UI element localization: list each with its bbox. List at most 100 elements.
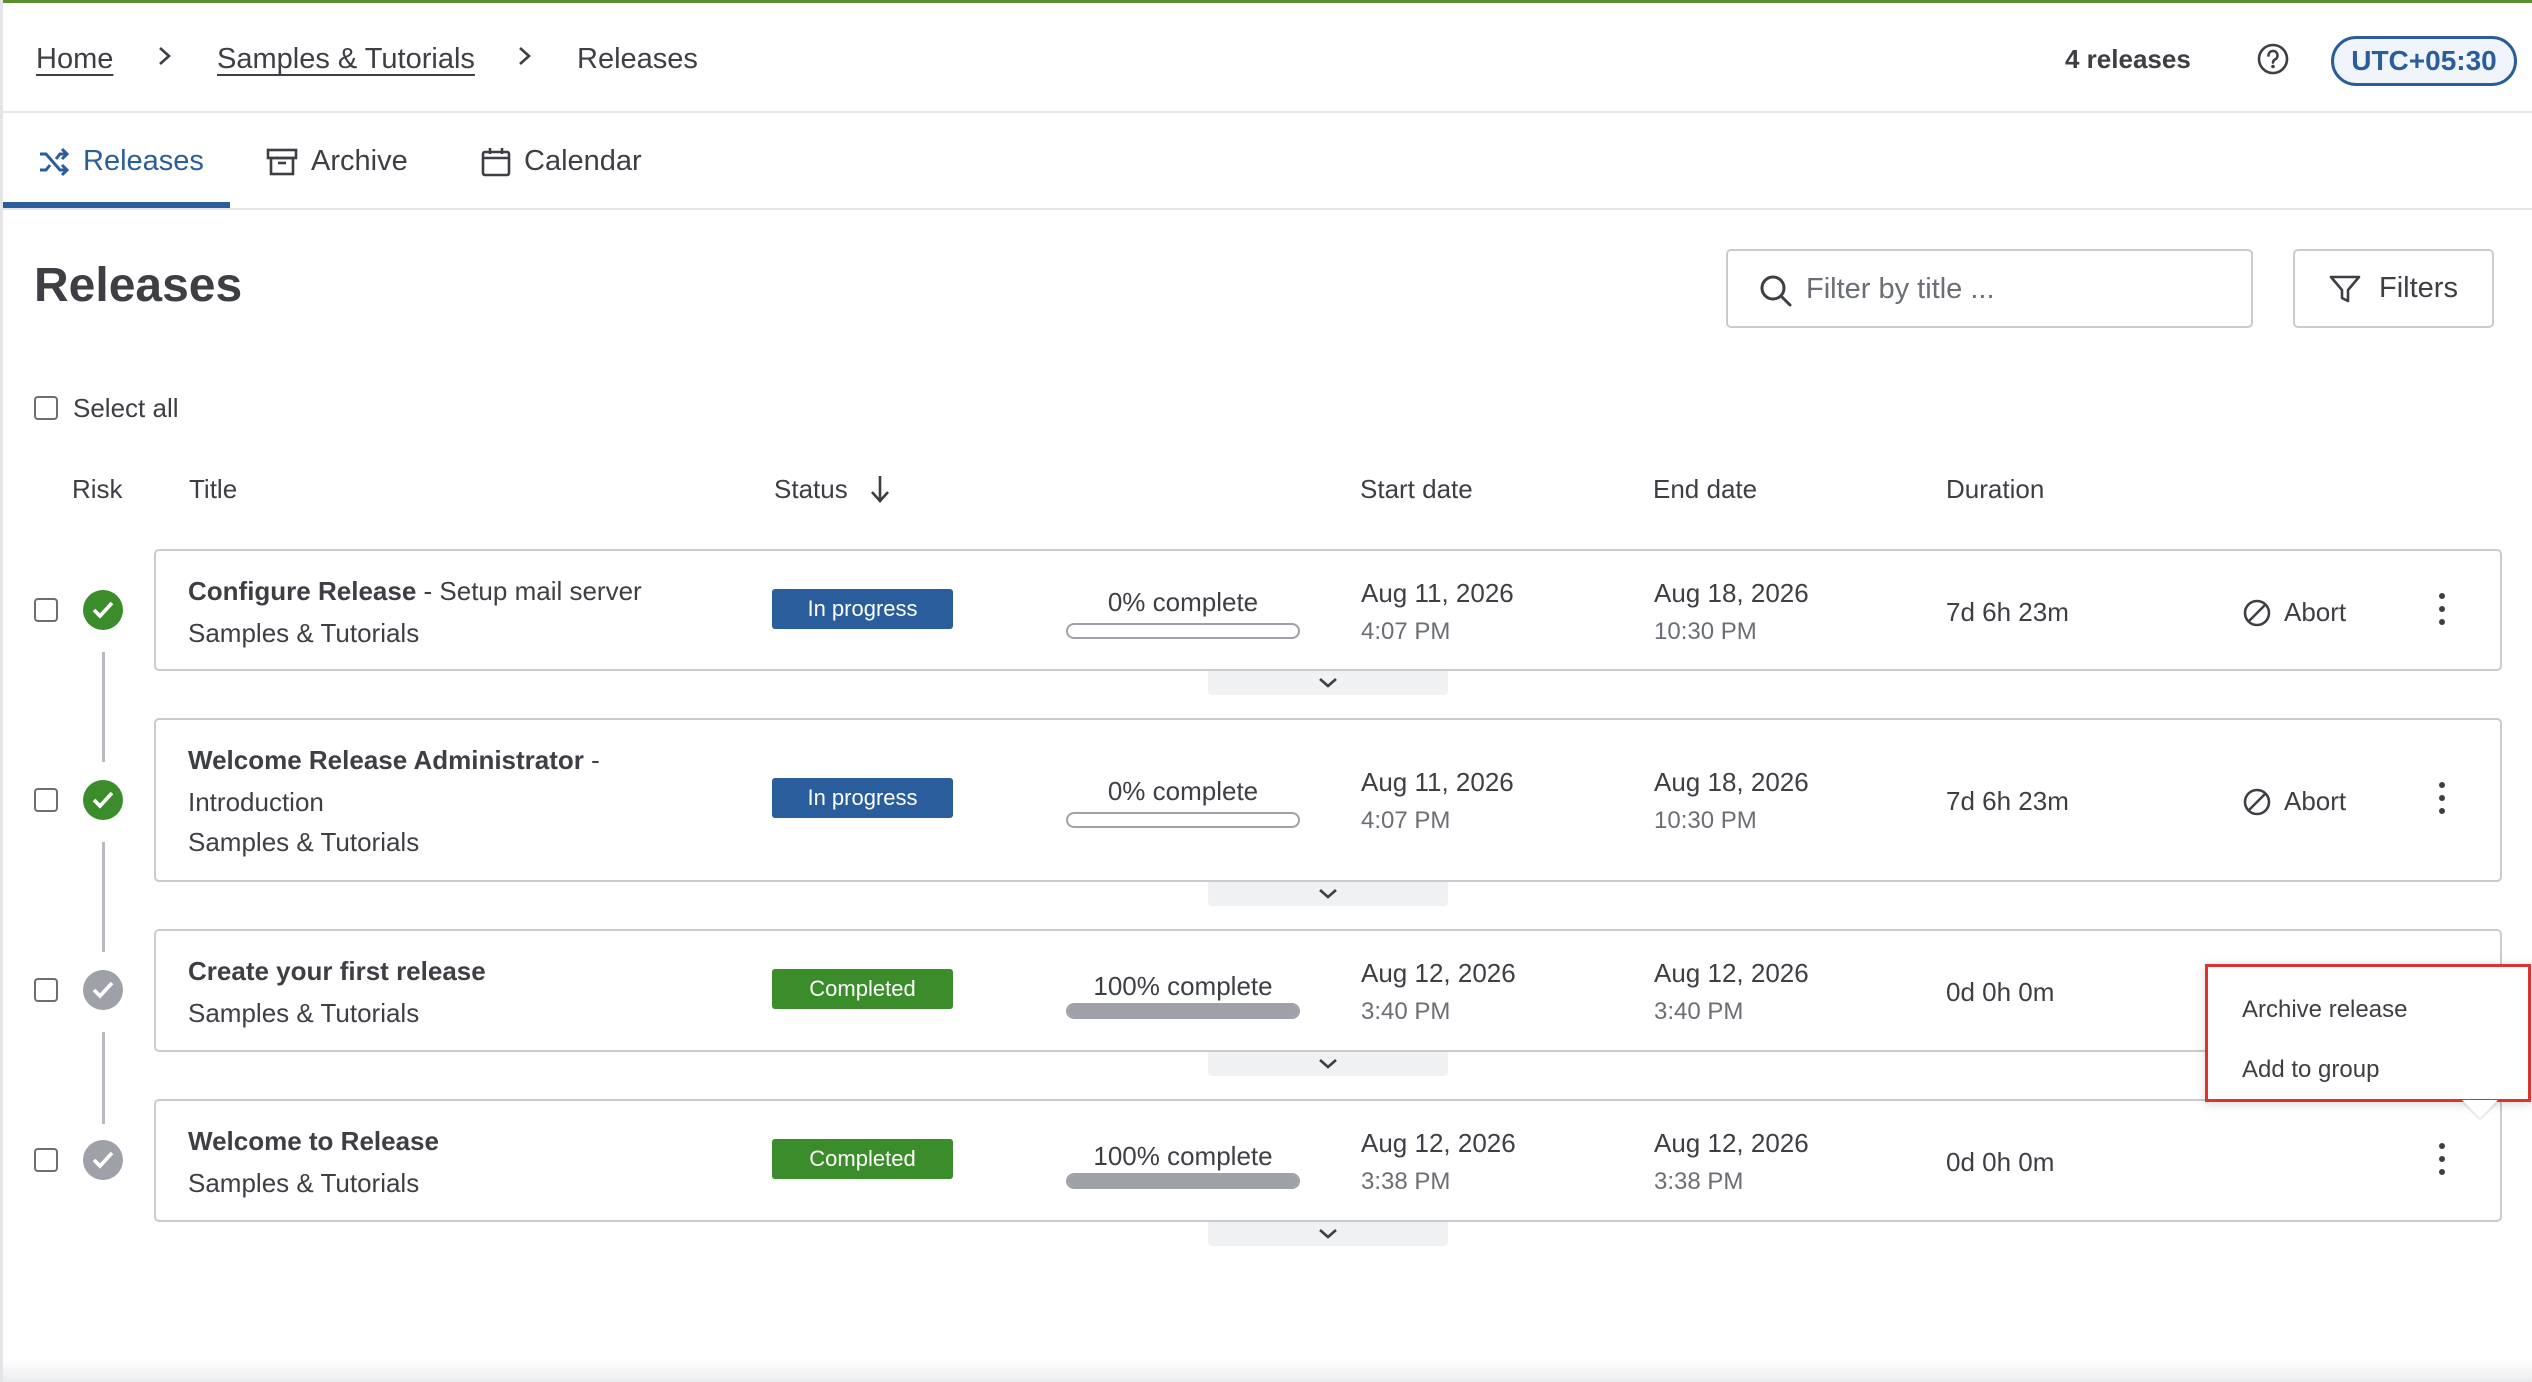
risk-ok-icon (83, 780, 123, 820)
filters-label: Filters (2379, 272, 2458, 304)
menu-pointer-arrow (2462, 1100, 2498, 1118)
row-checkbox[interactable] (34, 1148, 58, 1172)
start-date: Aug 12, 2026 (1361, 958, 1516, 988)
more-options-icon[interactable] (2427, 1141, 2457, 1181)
release-card[interactable]: Create your first release Samples & Tuto… (154, 929, 2502, 1052)
duration: 0d 0h 0m (1946, 1147, 2055, 1177)
breadcrumb-separator (156, 41, 174, 79)
column-header-status-label: Status (774, 474, 848, 504)
release-folder: Samples & Tutorials (188, 998, 420, 1028)
sort-descending-icon (870, 476, 889, 503)
page-title: Releases (34, 259, 243, 312)
duration: 7d 6h 23m (1946, 786, 2069, 816)
filters-button[interactable]: Filters (2293, 249, 2494, 328)
tab-releases[interactable]: Releases (37, 113, 204, 210)
status-badge: In progress (772, 589, 953, 629)
chevron-down-icon (1319, 1059, 1337, 1069)
end-date: Aug 18, 2026 (1654, 767, 1809, 797)
column-header-status[interactable]: Status (774, 474, 891, 505)
column-header-risk: Risk (72, 474, 123, 504)
risk-connector-line (102, 842, 105, 952)
shuffle-icon (40, 147, 70, 176)
more-options-icon[interactable] (2427, 591, 2457, 631)
end-date: Aug 18, 2026 (1654, 578, 1809, 608)
row-checkbox[interactable] (34, 788, 58, 812)
tab-label: Calendar (524, 145, 642, 177)
chevron-down-icon (1319, 889, 1337, 899)
column-header-duration: Duration (1946, 474, 2045, 504)
tab-archive[interactable]: Archive (265, 113, 408, 210)
search-icon (1760, 275, 1792, 307)
tab-label: Releases (83, 145, 204, 177)
chevron-down-icon (1319, 678, 1337, 688)
chevron-down-icon (1319, 1229, 1337, 1239)
search-input[interactable] (1806, 265, 2226, 313)
progress-bar (1066, 1003, 1300, 1019)
timezone-badge[interactable]: UTC+05:30 (2331, 36, 2517, 86)
tab-label: Archive (311, 145, 408, 177)
row-checkbox[interactable] (34, 978, 58, 1002)
progress-label: 100% complete (1093, 971, 1273, 1001)
start-date: Aug 11, 2026 (1361, 767, 1514, 797)
select-all-checkbox[interactable] (34, 396, 58, 420)
release-title[interactable]: Create your first release (188, 951, 486, 991)
release-folder: Samples & Tutorials (188, 827, 420, 857)
abort-label: Abort (2284, 597, 2347, 627)
row-checkbox[interactable] (34, 598, 58, 622)
release-card[interactable]: Configure Release - Setup mail server Sa… (154, 549, 2502, 671)
progress-label: 100% complete (1093, 1141, 1273, 1171)
risk-completed-icon (83, 1140, 123, 1180)
more-options-icon[interactable] (2427, 780, 2457, 820)
risk-connector-line (102, 1032, 105, 1124)
progress-bar (1066, 812, 1300, 828)
end-time: 3:40 PM (1654, 998, 1744, 1025)
archive-box-icon (266, 148, 298, 175)
risk-completed-icon (83, 970, 123, 1010)
progress-bar (1066, 1173, 1300, 1189)
release-title[interactable]: Welcome Release Administrator - (188, 740, 600, 780)
release-title[interactable]: Configure Release - Setup mail server (188, 571, 642, 611)
status-badge: Completed (772, 1139, 953, 1179)
release-folder: Samples & Tutorials (188, 618, 420, 648)
breadcrumb-current: Releases (577, 43, 698, 75)
tab-bar: Releases Archive Calendar (3, 113, 2532, 210)
release-title[interactable]: Welcome to Release (188, 1121, 439, 1161)
duration: 0d 0h 0m (1946, 977, 2055, 1007)
start-time: 3:38 PM (1361, 1168, 1451, 1195)
menu-item-archive-release[interactable]: Archive release (2242, 996, 2407, 1024)
release-card[interactable]: Welcome Release Administrator - Introduc… (154, 718, 2502, 882)
release-folder: Samples & Tutorials (188, 1168, 420, 1198)
expand-row-button[interactable] (1208, 671, 1448, 695)
start-time: 3:40 PM (1361, 998, 1451, 1025)
status-badge: Completed (772, 969, 953, 1009)
calendar-icon (481, 147, 511, 176)
abort-button[interactable]: Abort (2242, 597, 2346, 628)
end-time: 3:38 PM (1654, 1168, 1744, 1195)
tab-calendar[interactable]: Calendar (480, 113, 642, 210)
abort-label: Abort (2284, 786, 2347, 816)
progress-fill (1068, 1005, 1298, 1017)
breadcrumb-separator (516, 41, 534, 79)
abort-button[interactable]: Abort (2242, 786, 2346, 817)
breadcrumb-home-link[interactable]: Home (36, 43, 113, 76)
progress-label: 0% complete (1107, 776, 1259, 806)
abort-icon (2243, 788, 2271, 815)
start-date: Aug 12, 2026 (1361, 1128, 1516, 1158)
end-date: Aug 12, 2026 (1654, 958, 1809, 988)
menu-item-add-to-group[interactable]: Add to group (2242, 1056, 2379, 1084)
expand-row-button[interactable] (1208, 1222, 1448, 1246)
help-icon[interactable] (2256, 42, 2290, 76)
expand-row-button[interactable] (1208, 1052, 1448, 1076)
search-field[interactable] (1726, 249, 2253, 328)
abort-icon (2243, 599, 2271, 626)
risk-connector-line (102, 652, 105, 762)
progress-bar (1066, 623, 1300, 639)
expand-row-button[interactable] (1208, 882, 1448, 906)
column-header-title: Title (189, 474, 238, 504)
breadcrumb-folder-link[interactable]: Samples & Tutorials (217, 43, 475, 76)
start-date: Aug 11, 2026 (1361, 578, 1514, 608)
active-tab-indicator (3, 202, 230, 208)
bottom-fade (3, 1360, 2532, 1382)
column-header-end-date: End date (1653, 474, 1758, 504)
release-card[interactable]: Welcome to Release Samples & Tutorials C… (154, 1099, 2502, 1222)
